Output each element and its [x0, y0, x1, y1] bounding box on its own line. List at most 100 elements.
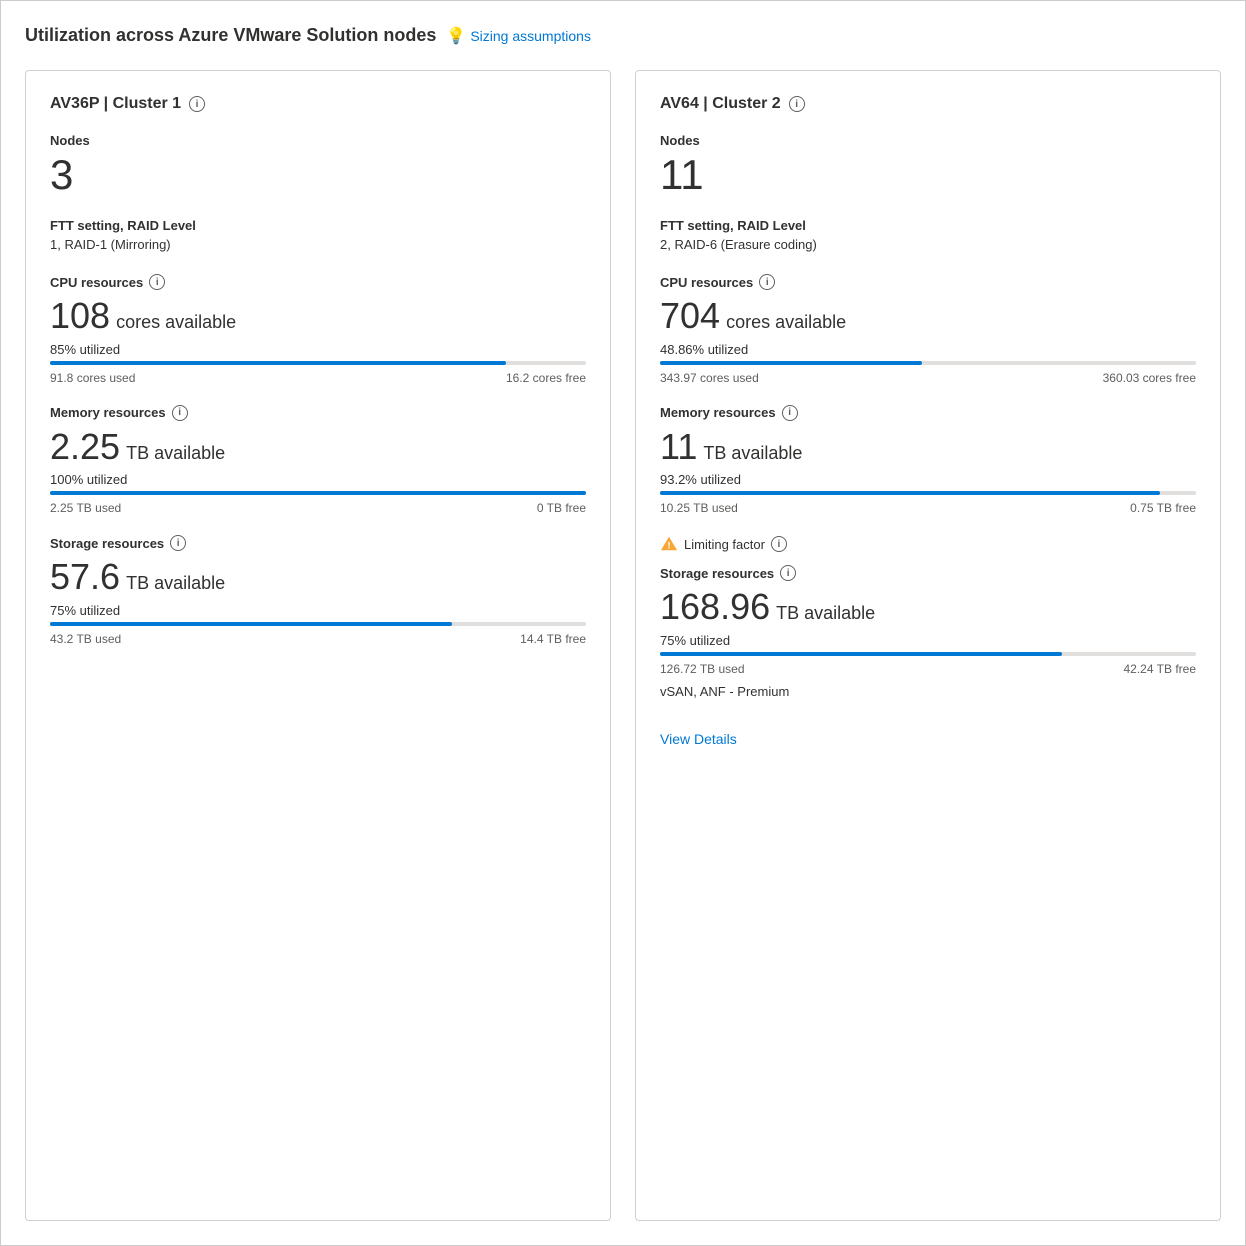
cluster2-storage-free: 42.24 TB free: [1124, 662, 1197, 676]
cluster2-memory-utilized: 93.2% utilized: [660, 472, 1196, 487]
cluster2-memory-section: Memory resources i 11 TB available 93.2%…: [660, 405, 1196, 516]
cluster2-cpu-label: CPU resources: [660, 275, 753, 290]
cluster2-memory-progress-bar: [660, 491, 1196, 495]
cluster1-memory-utilized: 100% utilized: [50, 472, 586, 487]
sizing-assumptions-link[interactable]: 💡 Sizing assumptions: [446, 26, 591, 46]
cluster2-storage-info-icon[interactable]: i: [780, 565, 796, 581]
cluster1-memory-value-row: 2.25 TB available: [50, 427, 586, 467]
cluster2-title: AV64 | Cluster 2: [660, 95, 781, 113]
cluster1-ftt-label: FTT setting, RAID Level: [50, 218, 586, 233]
cluster2-memory-label: Memory resources: [660, 405, 776, 420]
cluster1-cpu-free: 16.2 cores free: [506, 371, 586, 385]
cluster1-title: AV36P | Cluster 1: [50, 95, 181, 113]
cluster2-cpu-unit: cores available: [726, 312, 846, 333]
cluster1-storage-progress-bar: [50, 622, 586, 626]
cluster2-cpu-used: 343.97 cores used: [660, 371, 759, 385]
cluster2-storage-utilized: 75% utilized: [660, 633, 1196, 648]
cluster1-storage-progress-fill: [50, 622, 452, 626]
cluster2-cpu-progress-fill: [660, 361, 922, 365]
cluster1-memory-progress-fill: [50, 491, 586, 495]
cluster1-cpu-progress-fill: [50, 361, 506, 365]
cluster2-cpu-free: 360.03 cores free: [1103, 371, 1196, 385]
cluster2-storage-cores-row: 126.72 TB used 42.24 TB free: [660, 662, 1196, 676]
limiting-factor-label: Limiting factor: [684, 537, 765, 552]
cluster2-memory-unit: TB available: [703, 443, 802, 464]
cluster2-memory-value: 11: [660, 427, 697, 467]
cluster2-storage-section: Storage resources i 168.96 TB available …: [660, 565, 1196, 699]
cluster2-storage-value: 168.96: [660, 587, 770, 627]
cluster1-cpu-label: CPU resources: [50, 275, 143, 290]
cluster2-vsan-text: vSAN, ANF - Premium: [660, 684, 1196, 699]
cluster1-cpu-utilized: 85% utilized: [50, 342, 586, 357]
cluster1-ftt-value: 1, RAID-1 (Mirroring): [50, 237, 586, 252]
cluster1-memory-cores-row: 2.25 TB used 0 TB free: [50, 501, 586, 515]
cluster2-storage-value-row: 168.96 TB available: [660, 587, 1196, 627]
svg-text:!: !: [668, 541, 671, 551]
cluster2-memory-value-row: 11 TB available: [660, 427, 1196, 467]
cluster1-storage-unit: TB available: [126, 573, 225, 594]
cluster2-nodes-section: Nodes 11: [660, 133, 1196, 198]
cluster1-info-icon[interactable]: i: [189, 96, 205, 112]
cluster2-header: AV64 | Cluster 2 i: [660, 95, 1196, 113]
cluster1-storage-info-icon[interactable]: i: [170, 535, 186, 551]
cluster2-cpu-value-row: 704 cores available: [660, 296, 1196, 336]
cluster1-ftt-section: FTT setting, RAID Level 1, RAID-1 (Mirro…: [50, 218, 586, 254]
cluster1-storage-cores-row: 43.2 TB used 14.4 TB free: [50, 632, 586, 646]
cluster1-storage-value: 57.6: [50, 557, 120, 597]
cluster2-info-icon[interactable]: i: [789, 96, 805, 112]
cluster1-storage-used: 43.2 TB used: [50, 632, 121, 646]
cluster1-cpu-value-row: 108 cores available: [50, 296, 586, 336]
cluster1-nodes-section: Nodes 3: [50, 133, 586, 198]
cluster2-memory-free: 0.75 TB free: [1130, 501, 1196, 515]
cluster1-storage-free: 14.4 TB free: [520, 632, 586, 646]
cluster1-cpu-section: CPU resources i 108 cores available 85% …: [50, 274, 586, 385]
cluster1-cpu-cores: 108: [50, 296, 110, 336]
cluster2-ftt-section: FTT setting, RAID Level 2, RAID-6 (Erasu…: [660, 218, 1196, 254]
cluster1-cpu-progress-bar: [50, 361, 586, 365]
cluster2-memory-used: 10.25 TB used: [660, 501, 738, 515]
cluster1-memory-used: 2.25 TB used: [50, 501, 121, 515]
cluster1-header: AV36P | Cluster 1 i: [50, 95, 586, 113]
cluster1-cpu-cores-row: 91.8 cores used 16.2 cores free: [50, 371, 586, 385]
cluster2-storage-progress-fill: [660, 652, 1062, 656]
limiting-factor-info-icon[interactable]: i: [771, 536, 787, 552]
cluster2-storage-progress-bar: [660, 652, 1196, 656]
cluster1-cpu-used: 91.8 cores used: [50, 371, 135, 385]
cluster2-cpu-progress-bar: [660, 361, 1196, 365]
cluster1-cpu-header: CPU resources i: [50, 274, 586, 290]
cluster1-memory-free: 0 TB free: [537, 501, 586, 515]
cluster1-memory-value: 2.25: [50, 427, 120, 467]
cluster2-memory-progress-fill: [660, 491, 1160, 495]
cluster1-storage-label: Storage resources: [50, 536, 164, 551]
cluster2-storage-header: Storage resources i: [660, 565, 1196, 581]
cluster2-storage-unit: TB available: [776, 603, 875, 624]
cluster1-storage-utilized: 75% utilized: [50, 603, 586, 618]
cluster2-cpu-utilized: 48.86% utilized: [660, 342, 1196, 357]
cluster2-ftt-value: 2, RAID-6 (Erasure coding): [660, 237, 1196, 252]
cluster1-cpu-info-icon[interactable]: i: [149, 274, 165, 290]
warning-triangle-icon: !: [660, 535, 678, 553]
cluster2-cpu-info-icon[interactable]: i: [759, 274, 775, 290]
cluster2-ftt-label: FTT setting, RAID Level: [660, 218, 1196, 233]
cluster1-memory-section: Memory resources i 2.25 TB available 100…: [50, 405, 586, 516]
cluster1-nodes-label: Nodes: [50, 133, 586, 148]
sizing-link-label: Sizing assumptions: [470, 28, 591, 44]
cluster1-card: AV36P | Cluster 1 i Nodes 3 FTT setting,…: [25, 70, 611, 1221]
cluster1-storage-section: Storage resources i 57.6 TB available 75…: [50, 535, 586, 646]
cluster1-memory-info-icon[interactable]: i: [172, 405, 188, 421]
view-details-link[interactable]: View Details: [660, 731, 1196, 747]
cluster1-memory-label: Memory resources: [50, 405, 166, 420]
cluster2-cpu-header: CPU resources i: [660, 274, 1196, 290]
cluster2-nodes-label: Nodes: [660, 133, 1196, 148]
cluster2-memory-cores-row: 10.25 TB used 0.75 TB free: [660, 501, 1196, 515]
cluster1-memory-progress-bar: [50, 491, 586, 495]
cluster2-nodes-value: 11: [660, 152, 1196, 198]
page-header: Utilization across Azure VMware Solution…: [25, 25, 1221, 46]
cluster1-cpu-unit: cores available: [116, 312, 236, 333]
cluster2-cpu-cores: 704: [660, 296, 720, 336]
page-title: Utilization across Azure VMware Solution…: [25, 25, 436, 46]
cluster1-memory-unit: TB available: [126, 443, 225, 464]
cluster1-storage-value-row: 57.6 TB available: [50, 557, 586, 597]
cluster2-storage-used: 126.72 TB used: [660, 662, 745, 676]
cluster2-memory-info-icon[interactable]: i: [782, 405, 798, 421]
